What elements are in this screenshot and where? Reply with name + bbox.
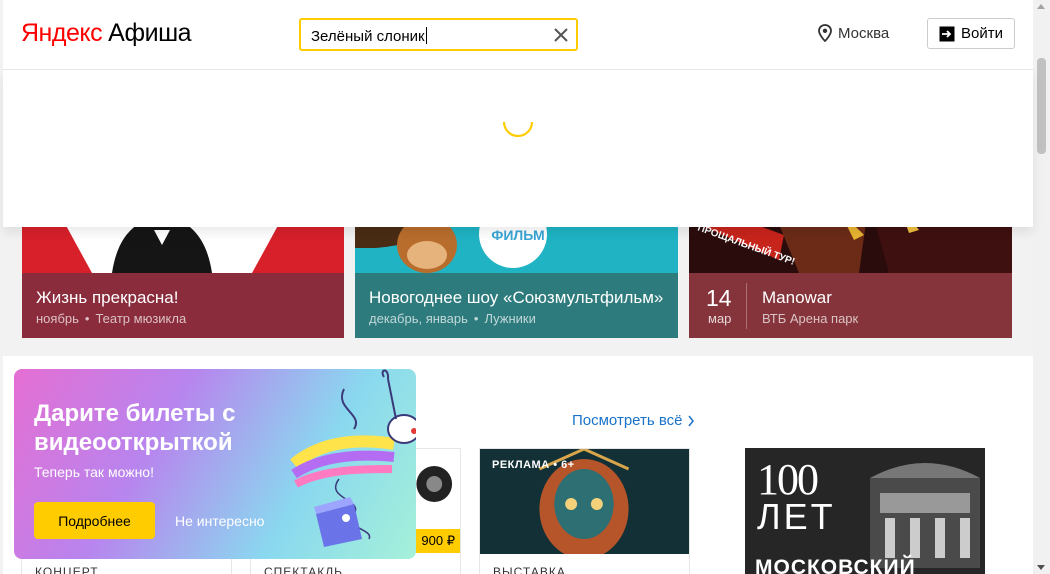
event-poster[interactable]: 100 ЛЕТ МОСКОВСКИЙ (745, 448, 985, 574)
search-value: Зелёный слоник (311, 27, 427, 45)
circus-building-image (870, 463, 980, 568)
chevron-right-icon (687, 415, 694, 426)
page-scrollbar[interactable] (1033, 0, 1050, 574)
city-name: Москва (838, 24, 890, 42)
event-meta: ноябрь • Театр мюзикла (36, 311, 187, 326)
header: Яндекс Афиша Зелёный слоник Москва Войти (3, 0, 1033, 70)
video-card-promo: Дарите билеты с видеооткрыткой Теперь та… (14, 369, 416, 559)
poster-years: ЛЕТ (757, 496, 836, 537)
scrollbar-thumb[interactable] (1037, 58, 1046, 154)
unicorn-illustration (290, 369, 416, 547)
logo-brand: Яндекс (21, 19, 103, 47)
event-caption: Жизнь прекрасна! ноябрь • Театр мюзикла (22, 273, 344, 338)
event-title: Жизнь прекрасна! (36, 288, 179, 307)
more-button[interactable]: Подробнее (34, 502, 155, 539)
ad-label: РЕКЛАМА • 6+ (492, 459, 575, 471)
text-caret (425, 27, 427, 44)
event-tile[interactable]: РЕКЛАМА • 6+ ВЫСТАВКА (479, 448, 690, 574)
promo-subtitle: Теперь так можно! (34, 464, 154, 480)
clear-search-icon[interactable] (552, 26, 570, 44)
date-divider (746, 283, 747, 329)
login-icon (939, 26, 955, 41)
event-month: мар (708, 311, 732, 326)
search-suggestions-dropdown (3, 70, 1033, 227)
event-kind: КОНЦЕРТ (35, 565, 99, 574)
poster-moscow: МОСКОВСКИЙ (755, 556, 916, 574)
event-day: 14 (706, 285, 732, 311)
city-selector[interactable]: Москва (818, 24, 889, 42)
event-caption: Новогоднее шоу «Союзмультфильм» декабрь,… (355, 273, 678, 338)
location-pin-icon (818, 24, 832, 42)
login-label: Войти (961, 25, 1003, 42)
yandex-afisha-logo[interactable]: Яндекс Афиша (21, 19, 192, 48)
event-title: Manowar (762, 288, 832, 307)
see-all-label: Посмотреть всё (572, 412, 683, 429)
scroll-up-arrow-icon[interactable] (1037, 4, 1045, 9)
event-caption: 14 мар Manowar ВТБ Арена парк (689, 273, 1012, 338)
event-place: ВТБ Арена парк (762, 311, 859, 326)
see-all-link[interactable]: Посмотреть всё (572, 412, 695, 429)
search-input[interactable]: Зелёный слоник (299, 18, 578, 51)
logo-service: Афиша (108, 19, 192, 47)
promo-title: Дарите билеты с видеооткрыткой (34, 400, 236, 456)
scroll-down-arrow-icon[interactable] (1037, 565, 1045, 570)
dismiss-button[interactable]: Не интересно (175, 513, 264, 529)
event-meta: декабрь, январь • Лужники (369, 311, 536, 326)
loading-spinner-icon (502, 121, 534, 138)
event-title: Новогоднее шоу «Союзмультфильм» (369, 288, 664, 307)
image-caption-text: ФИЛЬМ (491, 227, 544, 243)
event-kind: ВЫСТАВКА (493, 565, 566, 574)
event-kind: СПЕКТАКЛЬ (264, 565, 343, 574)
login-button[interactable]: Войти (927, 18, 1015, 49)
